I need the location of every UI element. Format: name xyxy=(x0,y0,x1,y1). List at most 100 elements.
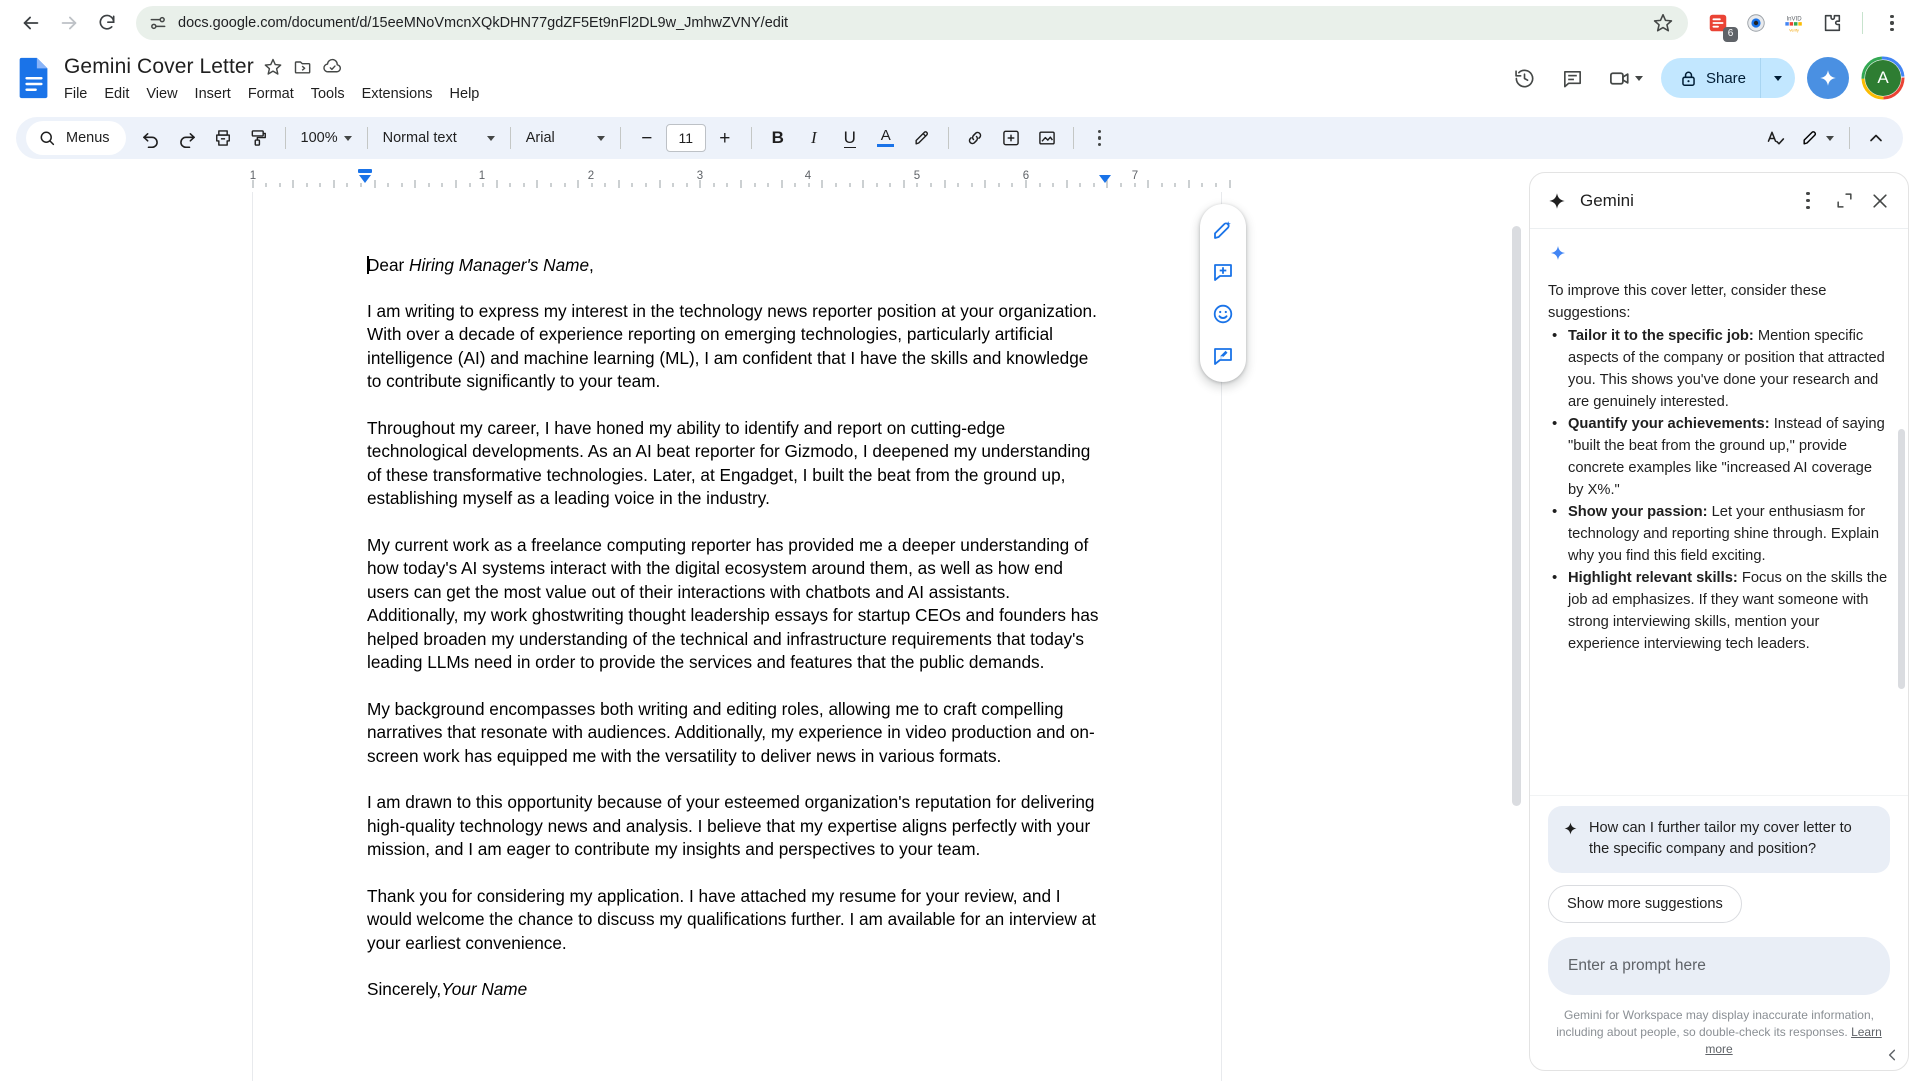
document-title[interactable]: Gemini Cover Letter xyxy=(64,55,254,79)
suggested-prompt-chip[interactable]: How can I further tailor my cover letter… xyxy=(1548,806,1890,873)
undo-button[interactable] xyxy=(134,121,168,155)
add-comment-button[interactable] xyxy=(994,121,1028,155)
gemini-prompt-input[interactable]: Enter a prompt here xyxy=(1548,937,1890,995)
menu-edit[interactable]: Edit xyxy=(104,86,129,102)
menus-search-button[interactable]: Menus xyxy=(26,121,126,155)
document-scrollbar[interactable] xyxy=(1512,226,1521,806)
address-bar[interactable]: docs.google.com/document/d/15eeMNoVmcnXQ… xyxy=(136,6,1688,40)
add-reaction-icon xyxy=(1211,302,1235,326)
menu-extensions[interactable]: Extensions xyxy=(362,86,433,102)
gemini-panel-title: Gemini xyxy=(1580,191,1790,211)
redo-button[interactable] xyxy=(170,121,204,155)
decrease-font-size-button[interactable]: − xyxy=(630,121,664,155)
insert-image-button[interactable] xyxy=(1030,121,1064,155)
collapse-panel-handle[interactable] xyxy=(1880,1042,1906,1068)
font-selector[interactable]: Arial xyxy=(520,121,611,155)
menu-tools[interactable]: Tools xyxy=(311,86,345,102)
svg-text:3: 3 xyxy=(697,170,703,182)
suggest-edits-button[interactable] xyxy=(1203,336,1243,376)
doc-paragraph-3: My current work as a freelance computing… xyxy=(367,534,1101,675)
doc-paragraph-1: I am writing to express my interest in t… xyxy=(367,300,1101,394)
google-meet-icon xyxy=(1608,66,1633,91)
site-settings-icon[interactable] xyxy=(148,13,168,33)
svg-text:6: 6 xyxy=(1023,170,1029,182)
forward-arrow-icon xyxy=(58,12,80,34)
reload-button[interactable] xyxy=(90,6,124,40)
menu-file[interactable]: File xyxy=(64,86,87,102)
menu-insert[interactable]: Insert xyxy=(195,86,231,102)
doc-salutation: Dear Hiring Manager's Name, xyxy=(367,254,1101,278)
highlight-color-button[interactable] xyxy=(905,121,939,155)
comment-history-button[interactable] xyxy=(1552,57,1594,99)
more-toolbar-options-button[interactable] xyxy=(1083,121,1117,155)
menu-bar: File Edit View Insert Format Tools Exten… xyxy=(64,83,479,105)
back-arrow-icon xyxy=(20,12,42,34)
share-button[interactable]: Share xyxy=(1661,58,1760,98)
gemini-expand-button[interactable] xyxy=(1826,183,1862,219)
right-indent-marker[interactable] xyxy=(1096,174,1114,188)
highlight-pen-icon xyxy=(912,128,932,148)
search-icon xyxy=(38,129,56,147)
chevron-down-icon xyxy=(1826,136,1834,141)
zoom-selector[interactable]: 100% xyxy=(295,121,358,155)
star-icon[interactable] xyxy=(262,56,284,78)
plus-icon: + xyxy=(719,129,730,148)
add-reaction-button[interactable] xyxy=(1203,294,1243,334)
horizontal-ruler[interactable]: 1 1 2 3 4 5 6 7 xyxy=(0,166,1525,192)
paragraph-style-value: Normal text xyxy=(383,130,457,146)
extensions-area: 6 InVID Verify xyxy=(1700,9,1905,37)
underline-button[interactable]: U xyxy=(833,121,867,155)
share-dropdown-button[interactable] xyxy=(1761,58,1795,98)
toolbar-divider xyxy=(285,127,286,149)
menu-help[interactable]: Help xyxy=(450,86,480,102)
toolbar-divider xyxy=(1862,12,1863,34)
paragraph-style-selector[interactable]: Normal text xyxy=(377,121,501,155)
document-body[interactable]: Dear Hiring Manager's Name, I am writing… xyxy=(253,192,1221,1002)
back-button[interactable] xyxy=(14,6,48,40)
insert-link-button[interactable] xyxy=(958,121,992,155)
left-indent-marker[interactable] xyxy=(356,168,374,190)
move-to-folder-icon[interactable] xyxy=(292,56,314,78)
forward-button[interactable] xyxy=(52,6,86,40)
paint-format-button[interactable] xyxy=(242,121,276,155)
saved-to-drive-icon[interactable] xyxy=(322,56,344,78)
zoom-value: 100% xyxy=(301,130,338,146)
add-comment-button[interactable] xyxy=(1203,252,1243,292)
avatar[interactable]: A xyxy=(1861,56,1905,100)
google-docs-logo-icon[interactable] xyxy=(16,56,52,100)
increase-font-size-button[interactable]: + xyxy=(708,121,742,155)
salutation-suffix: , xyxy=(589,255,594,275)
extension-icon-red[interactable]: 6 xyxy=(1704,9,1732,37)
star-icon[interactable] xyxy=(1652,12,1674,34)
gemini-header-button[interactable] xyxy=(1807,57,1849,99)
gemini-more-options-button[interactable] xyxy=(1790,183,1826,219)
menu-view[interactable]: View xyxy=(146,86,177,102)
toolbar-divider xyxy=(367,127,368,149)
print-button[interactable] xyxy=(206,121,240,155)
show-more-suggestions-button[interactable]: Show more suggestions xyxy=(1548,885,1742,923)
chrome-menu-button[interactable] xyxy=(1879,10,1905,36)
font-size-input[interactable]: 11 xyxy=(666,124,706,152)
underline-label: U xyxy=(844,129,856,148)
menu-format[interactable]: Format xyxy=(248,86,294,102)
bold-button[interactable]: B xyxy=(761,121,795,155)
extension-icon-invid[interactable]: InVID Verify xyxy=(1780,9,1808,37)
gemini-panel-scrollbar[interactable] xyxy=(1898,429,1905,689)
version-history-button[interactable] xyxy=(1504,57,1546,99)
text-color-button[interactable]: A xyxy=(869,121,903,155)
document-page[interactable]: Dear Hiring Manager's Name, I am writing… xyxy=(252,192,1222,1081)
invid-logo-icon: InVID Verify xyxy=(1781,12,1807,34)
paint-format-icon xyxy=(249,128,269,148)
gemini-spark-icon xyxy=(1548,243,1568,263)
gemini-close-button[interactable] xyxy=(1862,183,1898,219)
extensions-button[interactable] xyxy=(1818,9,1846,37)
reload-icon xyxy=(97,13,117,33)
collapse-toolbar-button[interactable] xyxy=(1859,121,1893,155)
meet-button[interactable] xyxy=(1600,57,1647,99)
spellcheck-button[interactable] xyxy=(1758,121,1792,155)
toolbar-divider xyxy=(510,127,511,149)
help-me-write-button[interactable] xyxy=(1203,210,1243,250)
extension-icon-eye[interactable] xyxy=(1742,9,1770,37)
italic-button[interactable]: I xyxy=(797,121,831,155)
editing-mode-button[interactable] xyxy=(1794,121,1840,155)
